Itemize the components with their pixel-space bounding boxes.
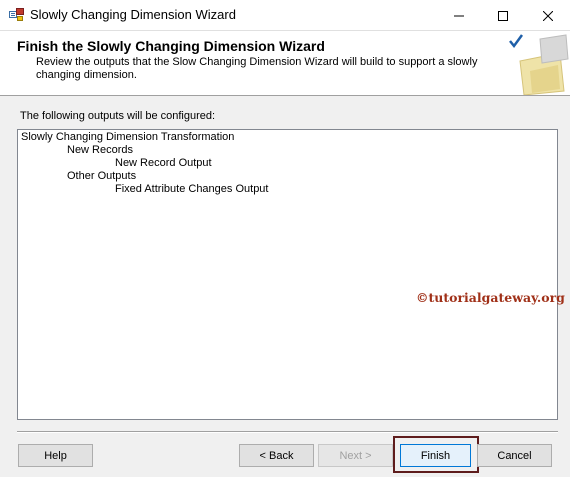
tree-item-new-records: New Records xyxy=(67,144,134,156)
page-description: Review the outputs that the Slow Changin… xyxy=(36,56,478,81)
minimize-button[interactable] xyxy=(437,0,481,31)
maximize-icon xyxy=(498,10,508,21)
wizard-app-icon xyxy=(9,8,24,21)
maximize-button[interactable] xyxy=(481,0,525,31)
watermark: ©tutorialgateway.org xyxy=(416,290,565,305)
wizard-banner-graphic xyxy=(500,31,570,96)
wizard-header: Finish the Slowly Changing Dimension Wiz… xyxy=(0,31,570,96)
cancel-button[interactable]: Cancel xyxy=(477,444,552,467)
tree-item-fixed-attribute-output: Fixed Attribute Changes Output xyxy=(115,183,269,195)
footer-divider xyxy=(17,431,558,433)
close-icon xyxy=(543,10,553,21)
checkmark-icon xyxy=(509,34,524,49)
tree-item-new-record-output: New Record Output xyxy=(115,157,212,169)
minimize-icon xyxy=(454,15,464,16)
tree-item-other-outputs: Other Outputs xyxy=(67,170,137,182)
finish-button[interactable]: Finish xyxy=(400,444,471,467)
title-bar: Slowly Changing Dimension Wizard xyxy=(0,0,570,31)
tree-item-transformation: Slowly Changing Dimension Transformation xyxy=(21,131,235,143)
outputs-label: The following outputs will be configured… xyxy=(20,110,216,122)
window-title: Slowly Changing Dimension Wizard xyxy=(30,7,236,22)
page-title: Finish the Slowly Changing Dimension Wiz… xyxy=(17,38,325,54)
close-button[interactable] xyxy=(526,0,570,31)
outputs-list[interactable]: Slowly Changing Dimension Transformation… xyxy=(17,129,558,420)
back-button[interactable]: < Back xyxy=(239,444,314,467)
help-button[interactable]: Help xyxy=(18,444,93,467)
next-button[interactable]: Next > xyxy=(318,444,393,467)
